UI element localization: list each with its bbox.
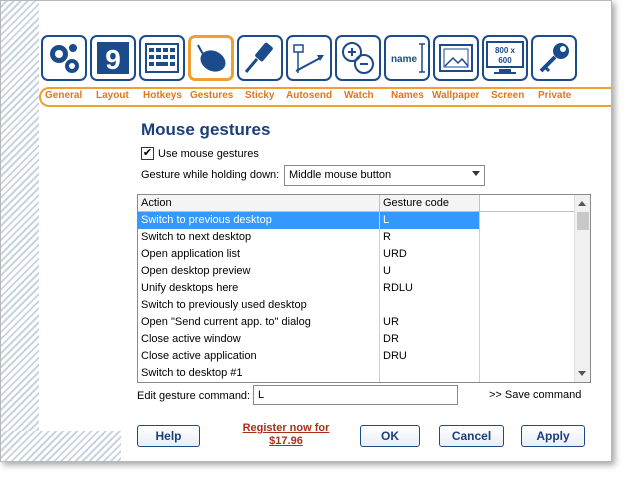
list-header: Action Gesture code	[138, 195, 575, 212]
edit-gesture-input[interactable]: L	[253, 385, 458, 405]
scroll-down-icon[interactable]	[578, 371, 586, 376]
monitor-icon[interactable]: 800 x 600	[482, 35, 528, 81]
gears-icon[interactable]	[41, 35, 87, 81]
edit-gesture-label: Edit gesture command:	[137, 390, 251, 402]
table-row[interactable]: Open desktop preview U	[138, 263, 575, 280]
svg-text:9: 9	[105, 44, 121, 75]
monitor-text-1: 800 x	[495, 46, 516, 55]
nav-watch[interactable]: Watch	[344, 90, 374, 101]
gesture-code-cell	[380, 297, 480, 314]
action-cell: Close active application	[138, 348, 380, 365]
col-action-header[interactable]: Action	[138, 195, 380, 211]
page-title: Mouse gestures	[141, 120, 271, 139]
holding-button-select[interactable]: Middle mouse button	[284, 165, 485, 186]
register-line-1: Register now for	[242, 422, 330, 434]
nav-autosend[interactable]: Autosend	[286, 90, 332, 101]
ok-label: OK	[381, 429, 399, 443]
key-icon[interactable]	[531, 35, 577, 81]
nav-general[interactable]: General	[45, 90, 82, 101]
use-gestures-checkbox[interactable]: ✔	[141, 147, 154, 160]
action-cell: Unify desktops here	[138, 280, 380, 297]
list-scrollbar[interactable]	[574, 195, 590, 382]
cancel-button[interactable]: Cancel	[439, 425, 504, 447]
help-label: Help	[155, 429, 182, 443]
table-row[interactable]: Switch to desktop #1	[138, 365, 575, 382]
use-gestures-label: Use mouse gestures	[158, 147, 259, 160]
register-line-2: $17.96	[269, 435, 303, 447]
action-cell: Close active window	[138, 331, 380, 348]
gesture-code-cell: URD	[380, 246, 480, 263]
nav-screen[interactable]: Screen	[491, 90, 524, 101]
chevron-down-icon[interactable]	[472, 171, 480, 176]
gesture-code-cell: R	[380, 229, 480, 246]
nav-gestures[interactable]: Gestures	[190, 90, 233, 101]
list-body: Switch to previous desktop L Switch to nex…	[138, 212, 575, 382]
scroll-up-icon[interactable]	[578, 201, 586, 206]
name-tag-text: name	[391, 54, 418, 65]
gesture-code-cell: DR	[380, 331, 480, 348]
table-row[interactable]: Switch to next desktop R	[138, 229, 575, 246]
gesture-code-cell: DRU	[380, 348, 480, 365]
keyboard-icon[interactable]	[139, 35, 185, 81]
nav-names[interactable]: Names	[391, 90, 424, 101]
table-row[interactable]: Switch to previous desktop L	[138, 212, 575, 229]
decorative-stripes-bottom	[1, 431, 121, 461]
gesture-code-cell	[380, 365, 480, 382]
edit-gesture-value: L	[258, 389, 265, 401]
table-row[interactable]: Switch to previously used desktop	[138, 297, 575, 314]
pin-icon[interactable]	[237, 35, 283, 81]
table-row[interactable]: Unify desktops here RDLU	[138, 280, 575, 297]
table-row[interactable]: Close active application DRU	[138, 348, 575, 365]
action-cell: Switch to desktop #1	[138, 365, 380, 382]
holding-label: Gesture while holding down:	[141, 169, 280, 181]
col-code-header[interactable]: Gesture code	[380, 195, 480, 211]
table-row[interactable]: Open application list URD	[138, 246, 575, 263]
cancel-label: Cancel	[451, 429, 492, 443]
table-row[interactable]: Open "Send current app. to" dialog UR	[138, 314, 575, 331]
help-button[interactable]: Help	[137, 425, 200, 447]
send-arrow-icon[interactable]	[286, 35, 332, 81]
nav-layout[interactable]: Layout	[96, 90, 129, 101]
gesture-code-cell: L	[380, 212, 480, 229]
action-cell: Switch to previous desktop	[138, 212, 380, 229]
save-command-link[interactable]: >> Save command	[489, 389, 581, 401]
nav-hotkeys[interactable]: Hotkeys	[143, 90, 182, 101]
gesture-list[interactable]: Action Gesture code Switch to previous d…	[137, 194, 591, 383]
table-row[interactable]: Close active window DR	[138, 331, 575, 348]
action-cell: Open desktop preview	[138, 263, 380, 280]
scroll-thumb[interactable]	[577, 212, 589, 230]
gesture-code-cell: RDLU	[380, 280, 480, 297]
gesture-code-cell: UR	[380, 314, 480, 331]
mouse-icon[interactable]	[188, 35, 234, 81]
monitor-text-2: 600	[498, 56, 512, 65]
action-cell: Open "Send current app. to" dialog	[138, 314, 380, 331]
holding-button-value: Middle mouse button	[289, 169, 392, 181]
wallpaper-icon[interactable]	[433, 35, 479, 81]
gesture-code-cell: U	[380, 263, 480, 280]
action-cell: Open application list	[138, 246, 380, 263]
nav-sticky[interactable]: Sticky	[245, 90, 274, 101]
nav-private[interactable]: Private	[538, 90, 571, 101]
apply-button[interactable]: Apply	[521, 425, 585, 447]
apply-label: Apply	[536, 429, 570, 443]
zoom-plus-minus-icon[interactable]	[335, 35, 381, 81]
layout-icon[interactable]: 9	[90, 35, 136, 81]
decorative-stripes	[1, 1, 39, 461]
use-gestures-row[interactable]: ✔ Use mouse gestures	[141, 147, 259, 160]
settings-window: 9 name 800 x 600 General Layout Hotkeys …	[0, 0, 612, 462]
nav-wallpaper[interactable]: Wallpaper	[432, 90, 479, 101]
register-link[interactable]: Register now for $17.96	[231, 422, 341, 448]
ok-button[interactable]: OK	[360, 425, 420, 447]
action-cell: Switch to previously used desktop	[138, 297, 380, 314]
name-tag-icon[interactable]: name	[384, 35, 430, 81]
action-cell: Switch to next desktop	[138, 229, 380, 246]
